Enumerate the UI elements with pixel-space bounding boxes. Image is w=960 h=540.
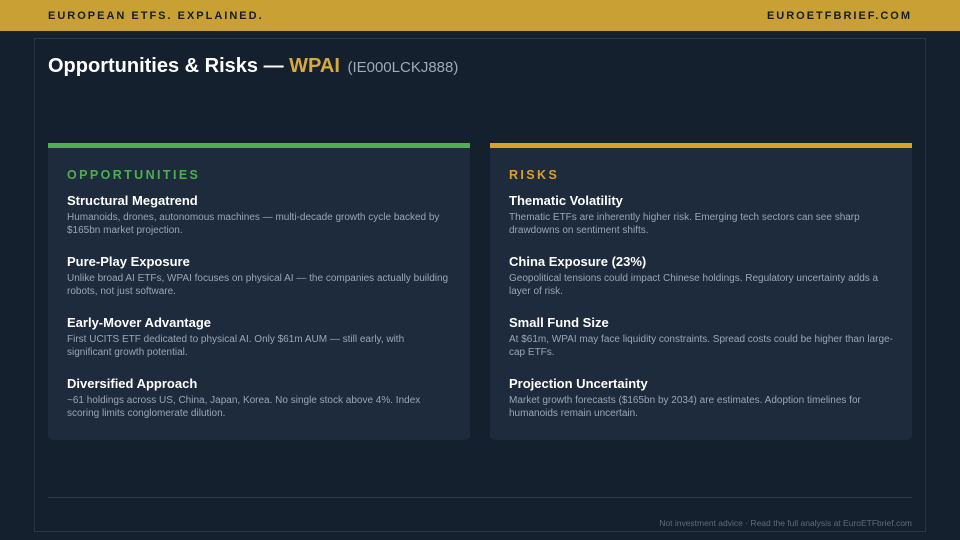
risk-title: China Exposure (23%) <box>509 254 647 269</box>
risks-card: RISKS Thematic Volatility Thematic ETFs … <box>490 143 912 440</box>
opportunity-title: Early-Mover Advantage <box>67 315 212 330</box>
risk-title: Projection Uncertainty <box>509 376 648 391</box>
opportunity-desc: ~61 holdings across US, China, Japan, Ko… <box>67 395 421 419</box>
risk-desc: Thematic ETFs are inherently higher risk… <box>509 212 860 236</box>
opportunity-title: Structural Megatrend <box>67 193 198 208</box>
risk-desc: Market growth forecasts ($165bn by 2034)… <box>509 395 861 419</box>
opportunity-item: Pure-Play Exposure Unlike broad AI ETFs,… <box>67 254 451 301</box>
risk-title: Thematic Volatility <box>509 193 623 208</box>
fund-ticker: WPAI <box>289 55 340 77</box>
risk-item: Small Fund Size At $61m, WPAI may face l… <box>509 315 893 362</box>
opportunity-desc: Humanoids, drones, autonomous machines —… <box>67 212 440 236</box>
site-link[interactable]: EUROETFBRIEF.COM <box>767 10 912 22</box>
risk-desc: Geopolitical tensions could impact Chine… <box>509 273 879 297</box>
risk-item: China Exposure (23%) Geopolitical tensio… <box>509 254 893 301</box>
risk-desc: At $61m, WPAI may face liquidity constra… <box>509 334 893 358</box>
opportunity-item: Structural Megatrend Humanoids, drones, … <box>67 193 451 240</box>
opportunity-title: Pure-Play Exposure <box>67 254 190 269</box>
title-prefix: Opportunities & Risks — <box>48 55 284 77</box>
fund-isin: (IE000LCKJ888) <box>347 59 459 76</box>
risks-heading: RISKS <box>509 168 560 182</box>
opportunities-heading: OPPORTUNITIES <box>67 168 201 182</box>
page-title: Opportunities & Risks — WPAI (IE000LCKJ8… <box>48 55 458 78</box>
opportunity-item: Diversified Approach ~61 holdings across… <box>67 376 451 423</box>
opportunity-item: Early-Mover Advantage First UCITS ETF de… <box>67 315 451 362</box>
top-banner: EUROPEAN ETFS. EXPLAINED. EUROETFBRIEF.C… <box>0 0 960 31</box>
opportunity-title: Diversified Approach <box>67 376 198 391</box>
risk-item: Projection Uncertainty Market growth for… <box>509 376 893 423</box>
opportunity-desc: Unlike broad AI ETFs, WPAI focuses on ph… <box>67 273 449 297</box>
tagline: EUROPEAN ETFS. EXPLAINED. <box>48 9 264 22</box>
footer-disclaimer: Not investment advice · Read the full an… <box>659 518 912 528</box>
risk-item: Thematic Volatility Thematic ETFs are in… <box>509 193 893 240</box>
opportunities-card: OPPORTUNITIES Structural Megatrend Human… <box>48 143 470 440</box>
opportunity-desc: First UCITS ETF dedicated to physical AI… <box>67 334 405 358</box>
risk-title: Small Fund Size <box>509 315 609 330</box>
footer-divider <box>48 497 912 498</box>
